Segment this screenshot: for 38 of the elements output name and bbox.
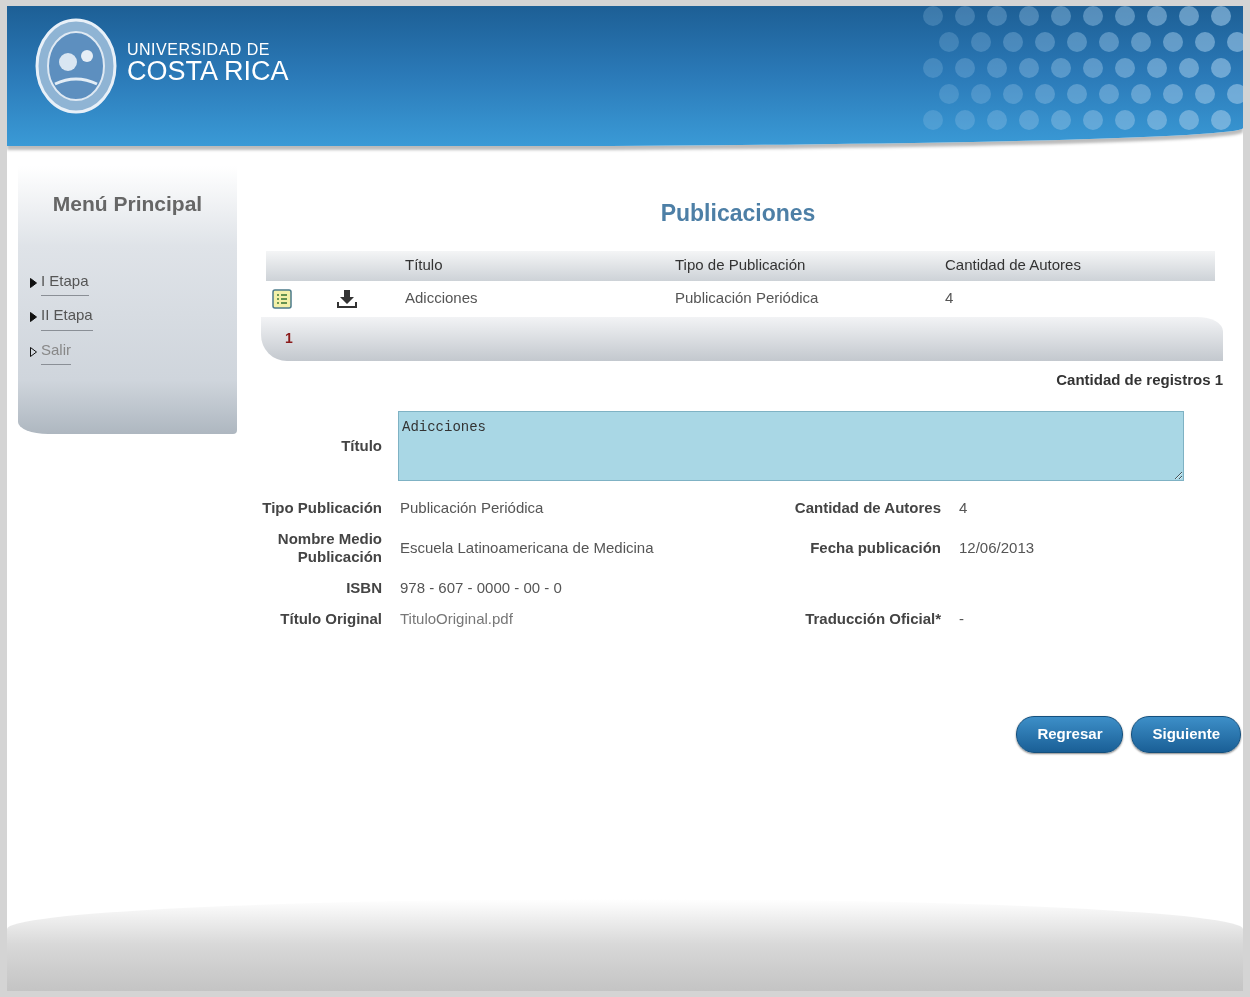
list-icon[interactable] [272,289,292,310]
field-value: 4 [959,499,969,517]
title-field[interactable]: Adicciones [398,411,1184,481]
field-value: Publicación Periódica [400,499,545,517]
triangle-icon [30,346,37,357]
column-header: Tipo de Publicación [675,255,807,276]
table-cell-text: Adicciones [405,288,479,309]
action-button[interactable]: Siguiente [1131,716,1241,753]
triangle-icon [30,277,37,288]
column-header: Título [405,255,444,276]
field-label: Título Original [279,610,382,628]
field-label: Cantidad de Autores [793,499,941,517]
table-cell-text: Publicación Periódica [675,288,820,309]
field-value: 978 - 607 - 0000 - 00 - 0 [400,579,563,597]
field-label: Traducción Oficial* [804,610,941,628]
logo-text: COSTA RICA [127,58,289,85]
action-button[interactable]: Regresar [1016,716,1124,753]
field-label: ISBN [345,579,382,597]
menu-title: Menú Principal [51,191,204,217]
field-label: Tipo Publicación [261,499,382,517]
column-header: Cantidad de Autores [945,255,1082,276]
table-cell-text: 4 [945,288,955,309]
logo-text: UNIVERSIDAD DE [127,42,272,58]
record-count: Cantidad de registros 1 [1055,369,1223,390]
triangle-icon [30,312,37,323]
field-value: Escuela Latinoamericana de Medicina [400,539,655,557]
field-label: Nombre Medio Publicación [276,530,382,566]
page-link[interactable]: 1 [285,328,293,349]
field-label: Fecha publicación [809,539,941,557]
field-label: Título [340,437,382,455]
menu-link[interactable]: I Etapa [30,269,237,296]
file-link[interactable]: TituloOriginal.pdf [400,610,745,628]
field-value: - [959,610,965,628]
download-icon[interactable] [336,289,358,310]
page-title: Publicaciones [659,199,817,228]
university-seal-icon [35,18,117,114]
field-value: 12/06/2013 [959,539,1036,557]
menu-link[interactable]: II Etapa [30,304,237,331]
